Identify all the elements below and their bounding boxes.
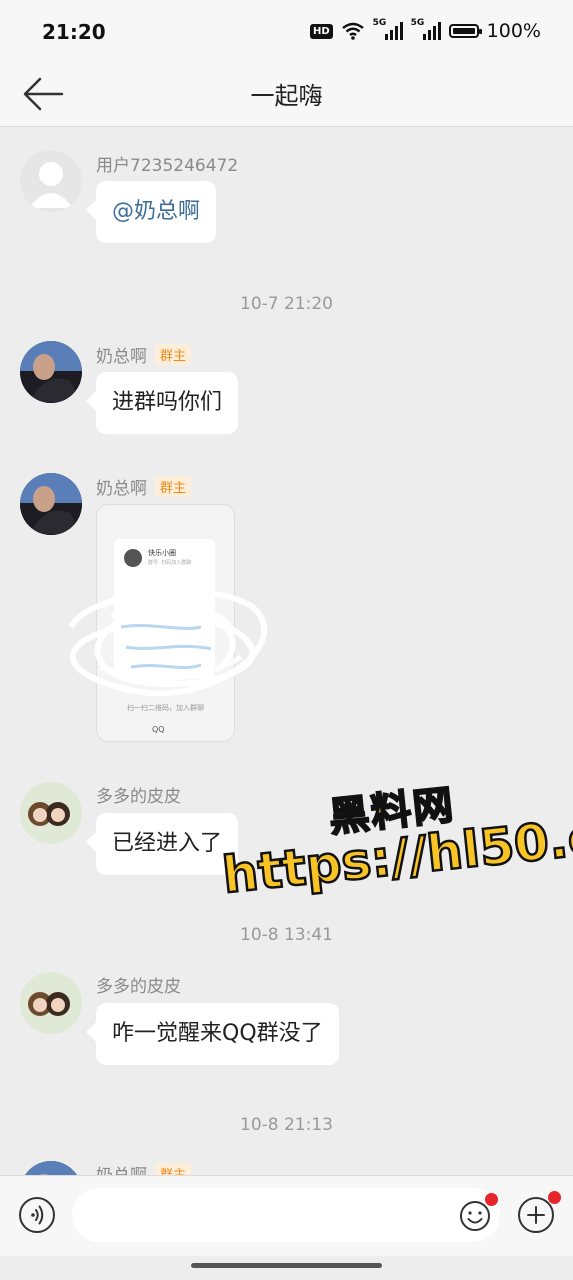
- plus-icon: [527, 1206, 545, 1224]
- qr-footer-text: 扫一扫二维码，加入群聊: [127, 704, 204, 712]
- timestamp: 10-7 21:20: [240, 294, 333, 314]
- message-input[interactable]: [72, 1188, 500, 1242]
- signal-icon-2: 5G: [411, 18, 441, 40]
- qr-group-avatar: [124, 549, 142, 567]
- home-indicator[interactable]: [191, 1263, 382, 1268]
- status-icons: HD 5G 5G 100%: [310, 18, 541, 42]
- avatar-photo-icon: [20, 473, 82, 535]
- qr-group-sub: 群号: 扫码加入群聊: [148, 560, 192, 566]
- qq-logo-icon: QQ: [152, 725, 165, 734]
- sender-name: 用户7235246472: [96, 156, 239, 176]
- qr-group-name: 快乐小圈: [148, 549, 176, 557]
- sender-name: 多多的皮皮: [96, 787, 181, 807]
- input-bar: [0, 1175, 573, 1256]
- avatar[interactable]: [20, 473, 82, 535]
- avatar-photo-icon: [20, 1161, 82, 1175]
- sender-name: 多多的皮皮: [96, 977, 181, 997]
- sender-name: 奶总啊 群主: [96, 1161, 192, 1175]
- avatar-photo-icon: [20, 782, 82, 844]
- group-owner-badge: 群主: [155, 476, 192, 497]
- emoji-button[interactable]: [458, 1193, 498, 1233]
- more-button[interactable]: [518, 1191, 561, 1233]
- signal-icon: 5G: [373, 18, 403, 40]
- message-bubble[interactable]: @奶总啊: [96, 181, 217, 243]
- nav-bar: 一起嗨: [0, 64, 573, 127]
- avatar-photo-icon: [20, 972, 82, 1034]
- group-owner-badge: 群主: [155, 1163, 192, 1175]
- status-bar: 21:20 HD 5G 5G 100%: [0, 0, 573, 64]
- avatar[interactable]: [20, 150, 82, 212]
- avatar[interactable]: [20, 341, 82, 403]
- voice-button[interactable]: [19, 1197, 55, 1233]
- sender-name: 奶总啊 群主: [96, 342, 192, 367]
- timestamp: 10-8 21:13: [240, 1115, 333, 1135]
- sender-name: 奶总啊 群主: [96, 474, 192, 499]
- notification-dot: [485, 1193, 498, 1206]
- avatar[interactable]: [20, 782, 82, 844]
- image-message[interactable]: 快乐小圈 群号: 扫码加入群聊 扫一扫二维码，加入群聊 QQ: [68, 504, 267, 742]
- battery-percent: 100%: [486, 20, 541, 42]
- message-bubble[interactable]: 咋一觉醒来QQ群没了: [96, 1003, 339, 1065]
- avatar[interactable]: [20, 1161, 82, 1175]
- message-bubble[interactable]: 已经进入了: [96, 813, 239, 875]
- chat-list[interactable]: 用户7235246472 @奶总啊 10-7 21:20 奶总啊 群主 进群吗你…: [0, 127, 573, 1175]
- message-bubble[interactable]: 进群吗你们: [96, 372, 239, 434]
- voice-icon: [31, 1205, 44, 1225]
- avatar[interactable]: [20, 972, 82, 1034]
- avatar-photo-icon: [20, 341, 82, 403]
- status-time: 21:20: [42, 20, 106, 44]
- timestamp: 10-8 13:41: [240, 925, 333, 945]
- hd-icon: HD: [310, 23, 333, 39]
- notification-dot: [548, 1191, 561, 1204]
- wifi-icon: [341, 22, 364, 40]
- mention-text[interactable]: @奶总啊: [112, 199, 200, 224]
- scribble-overlay: [68, 588, 267, 697]
- battery-icon: [448, 24, 482, 38]
- group-owner-badge: 群主: [155, 344, 192, 365]
- chat-title: 一起嗨: [250, 82, 323, 110]
- default-user-icon: [29, 162, 73, 208]
